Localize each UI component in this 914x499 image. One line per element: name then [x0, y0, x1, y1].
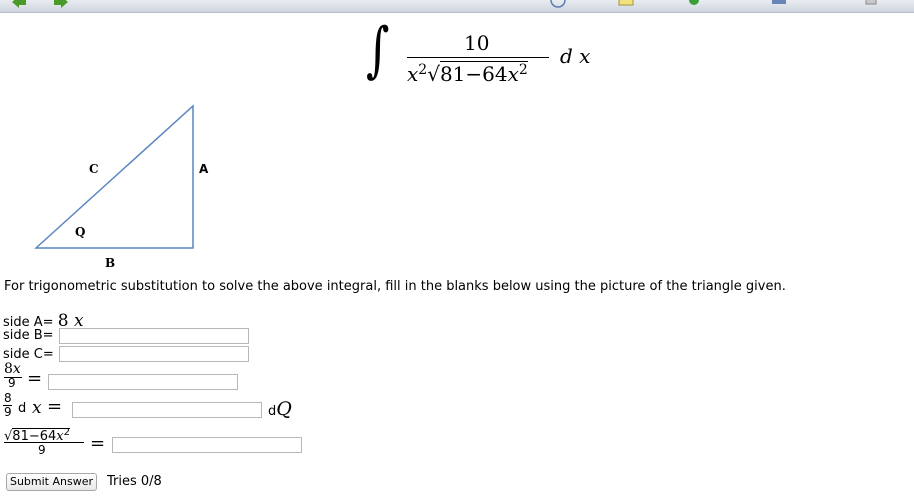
row5-numerator: 8 — [4, 391, 12, 405]
triangle-diagram — [34, 104, 194, 249]
status-icon[interactable] — [685, 0, 703, 10]
integral-numerator: 10 — [464, 31, 490, 55]
row4-input[interactable] — [48, 374, 238, 390]
integral-denominator: x2√81−64x2 — [407, 61, 528, 86]
row6-input[interactable] — [112, 437, 302, 453]
instructions-text: For trigonometric substitution to solve … — [4, 279, 786, 294]
triangle-label-b: B — [105, 256, 116, 270]
reload-icon[interactable] — [549, 0, 567, 10]
row5-var: x — [32, 398, 42, 418]
side-b-input[interactable] — [59, 328, 249, 344]
row5-equals: = — [47, 396, 63, 417]
row4-denominator: 9 — [8, 376, 16, 390]
row6-equals: = — [90, 433, 106, 454]
row5-denominator: 9 — [4, 405, 12, 419]
row5-suffix: dQ — [268, 398, 292, 420]
side-c-label: side C= — [3, 347, 54, 362]
tools-icon[interactable] — [770, 0, 788, 10]
triangle-label-a: A — [199, 162, 209, 176]
side-b-label: side B= — [3, 328, 54, 343]
forward-arrow-icon[interactable] — [52, 0, 70, 10]
browser-toolbar — [0, 0, 914, 13]
submit-answer-button[interactable]: Submit Answer — [6, 473, 97, 491]
row4-numerator: 8x — [4, 361, 21, 377]
trash-icon[interactable] — [862, 0, 880, 10]
tries-counter: Tries 0/8 — [107, 474, 162, 489]
row5-input[interactable] — [72, 402, 262, 418]
integral-differential: d x — [560, 44, 591, 68]
integral-sign: ∫ — [366, 15, 390, 85]
row6-denominator: 9 — [38, 443, 46, 457]
triangle-label-q: Q — [75, 225, 86, 239]
triangle-shape — [34, 104, 194, 249]
row5-d: d — [18, 401, 27, 416]
row4-equals: = — [27, 368, 43, 389]
back-arrow-icon[interactable] — [10, 0, 28, 10]
side-c-input[interactable] — [59, 346, 249, 362]
note-icon[interactable] — [617, 0, 635, 10]
triangle-label-c: C — [89, 162, 99, 176]
